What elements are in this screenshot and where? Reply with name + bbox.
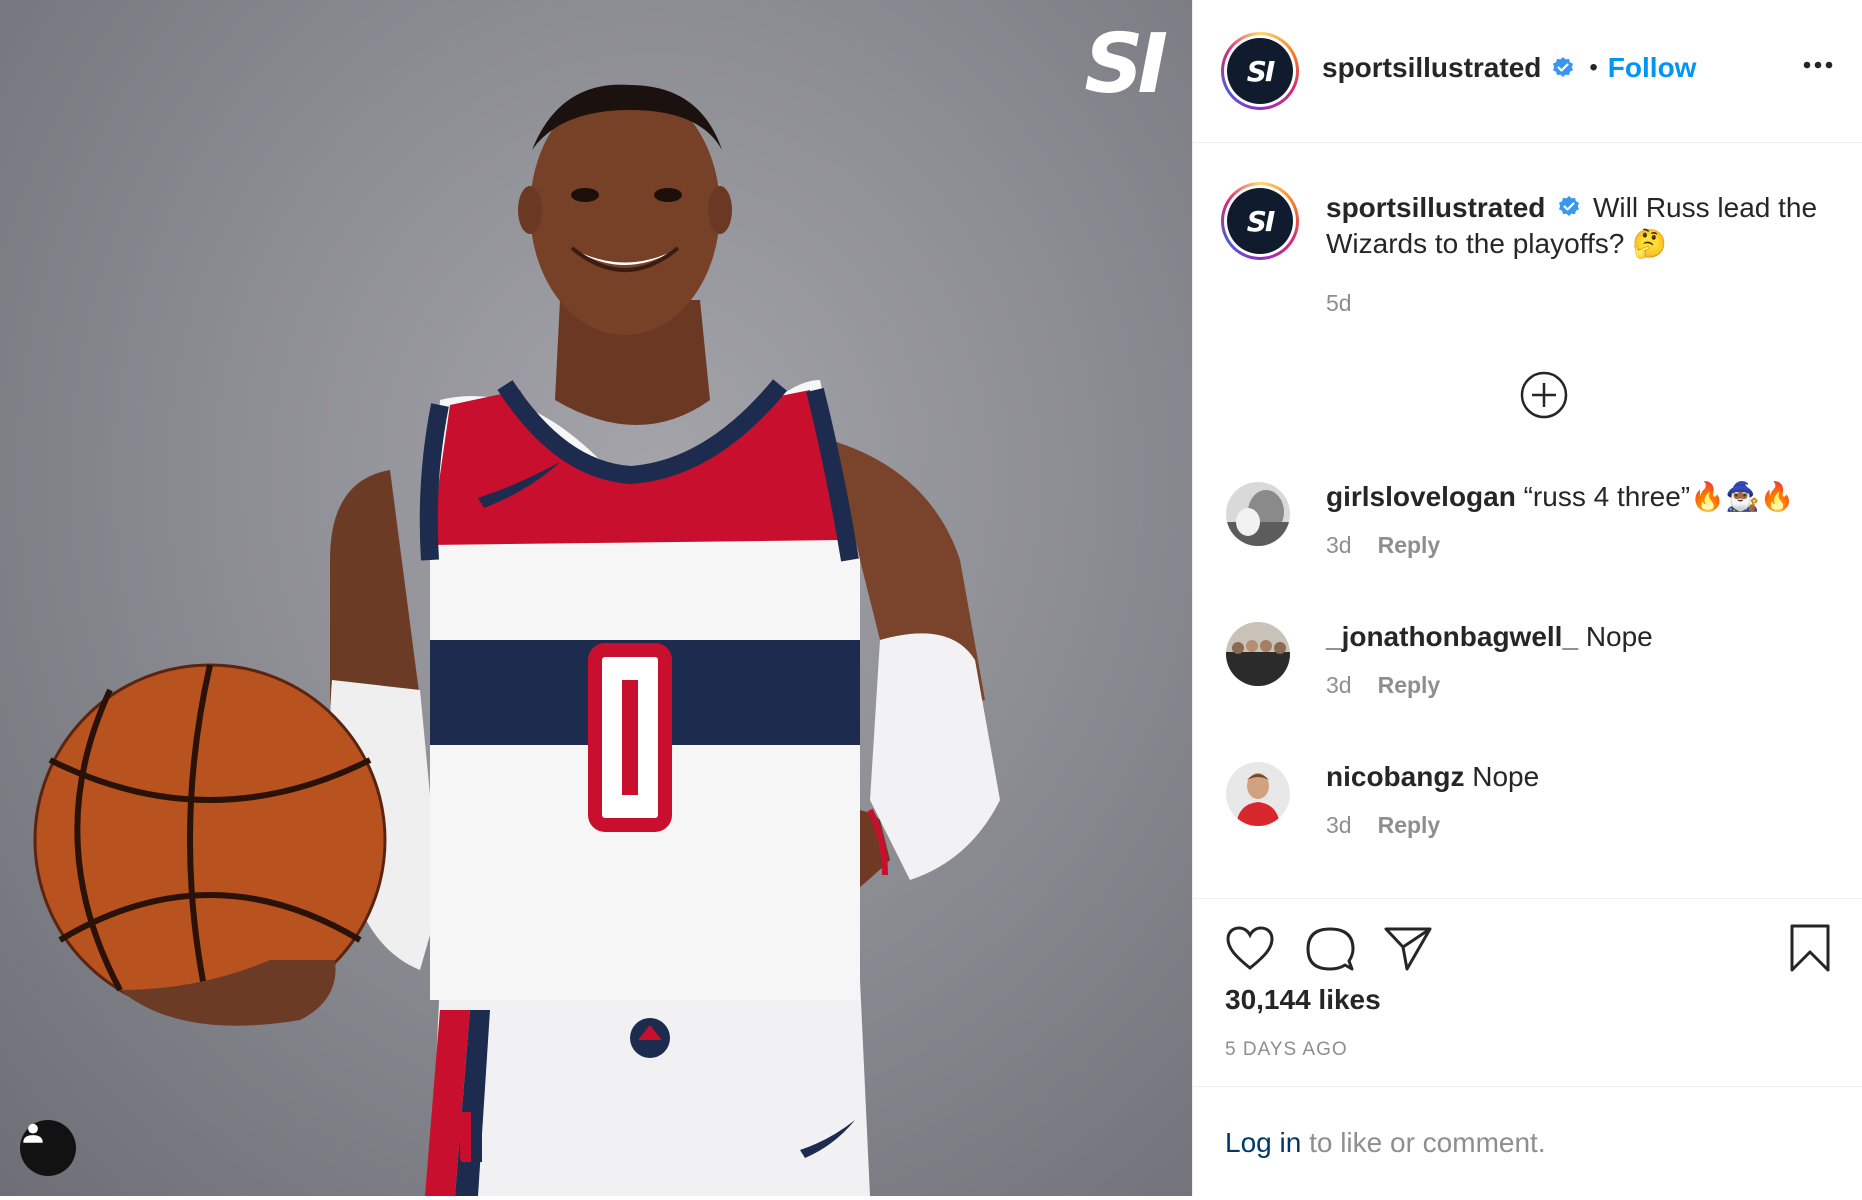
comment-time: 3d: [1326, 672, 1352, 698]
likes-count[interactable]: 30,144 likes: [1225, 984, 1381, 1016]
login-link[interactable]: Log in: [1225, 1127, 1301, 1158]
caption-timestamp: 5d: [1326, 290, 1352, 316]
caption-avatar[interactable]: SI: [1221, 182, 1299, 260]
caption-text-block: sportsillustrated Will Russ lead the Wiz…: [1326, 190, 1836, 262]
post-sidebar: SI sportsillustrated • Follow SI sportsi…: [1192, 0, 1862, 1196]
commenter-avatar[interactable]: [1226, 762, 1290, 826]
comment-username[interactable]: _jonathonbagwell_: [1326, 621, 1578, 652]
header-separator: •: [1589, 54, 1598, 81]
header-user-line: sportsillustrated • Follow: [1322, 52, 1696, 84]
follow-button[interactable]: Follow: [1608, 52, 1697, 84]
login-prompt: Log in to like or comment.: [1193, 1086, 1862, 1196]
comment-bubble-icon: [1306, 927, 1355, 971]
reply-button[interactable]: Reply: [1378, 812, 1441, 839]
comment-text: Nope: [1585, 621, 1653, 652]
commenter-avatar[interactable]: [1226, 622, 1290, 686]
tagged-users-button[interactable]: [20, 1120, 76, 1176]
reply-button[interactable]: Reply: [1378, 532, 1441, 559]
si-watermark-logo: SI: [1084, 17, 1168, 112]
bookmark-icon: [1790, 924, 1830, 972]
more-options-button[interactable]: [1803, 56, 1833, 74]
post-actions: 30,144 likes 5 DAYS AGO: [1193, 898, 1862, 1088]
post-header: SI sportsillustrated • Follow: [1193, 0, 1862, 143]
comment-time: 3d: [1326, 532, 1352, 558]
more-dots-icon: [1803, 61, 1833, 69]
plus-circle-icon: [1520, 371, 1568, 419]
comment-item: girlslovelogan “russ 4 three”🔥🧙🏾‍♂️🔥 3d …: [1193, 480, 1862, 600]
player-illustration: [33, 84, 1000, 1196]
post-photo[interactable]: SI: [0, 0, 1192, 1196]
like-button[interactable]: [1225, 925, 1275, 976]
load-more-comments-button[interactable]: [1519, 370, 1569, 425]
commenter-avatar[interactable]: [1226, 482, 1290, 546]
caption-username[interactable]: sportsillustrated: [1326, 192, 1545, 223]
comment-username[interactable]: girlslovelogan: [1326, 481, 1516, 512]
reply-button[interactable]: Reply: [1378, 672, 1441, 699]
paper-plane-icon: [1384, 927, 1432, 971]
header-username[interactable]: sportsillustrated: [1322, 52, 1541, 84]
save-button[interactable]: [1788, 923, 1832, 978]
login-prompt-text: to like or comment.: [1301, 1127, 1546, 1158]
comment-text: “russ 4 three”🔥🧙🏾‍♂️🔥: [1523, 481, 1795, 512]
verified-badge-icon: [1559, 195, 1580, 216]
profile-avatar[interactable]: SI: [1221, 32, 1299, 110]
share-button[interactable]: [1383, 925, 1433, 976]
comment-item: _jonathonbagwell_ Nope 3d Reply: [1193, 620, 1862, 740]
user-icon: [23, 1123, 43, 1143]
post-date: 5 DAYS AGO: [1225, 1039, 1348, 1060]
comment-item: nicobangz Nope 3d Reply: [1193, 760, 1862, 880]
verified-badge-icon: [1553, 57, 1574, 77]
comment-button[interactable]: [1305, 925, 1355, 978]
heart-icon: [1226, 926, 1274, 970]
avatar-logo: SI: [1227, 38, 1293, 104]
comment-time: 3d: [1326, 812, 1352, 838]
caption-avatar-logo: SI: [1227, 188, 1293, 254]
comment-username[interactable]: nicobangz: [1326, 761, 1464, 792]
comment-text: Nope: [1472, 761, 1540, 792]
